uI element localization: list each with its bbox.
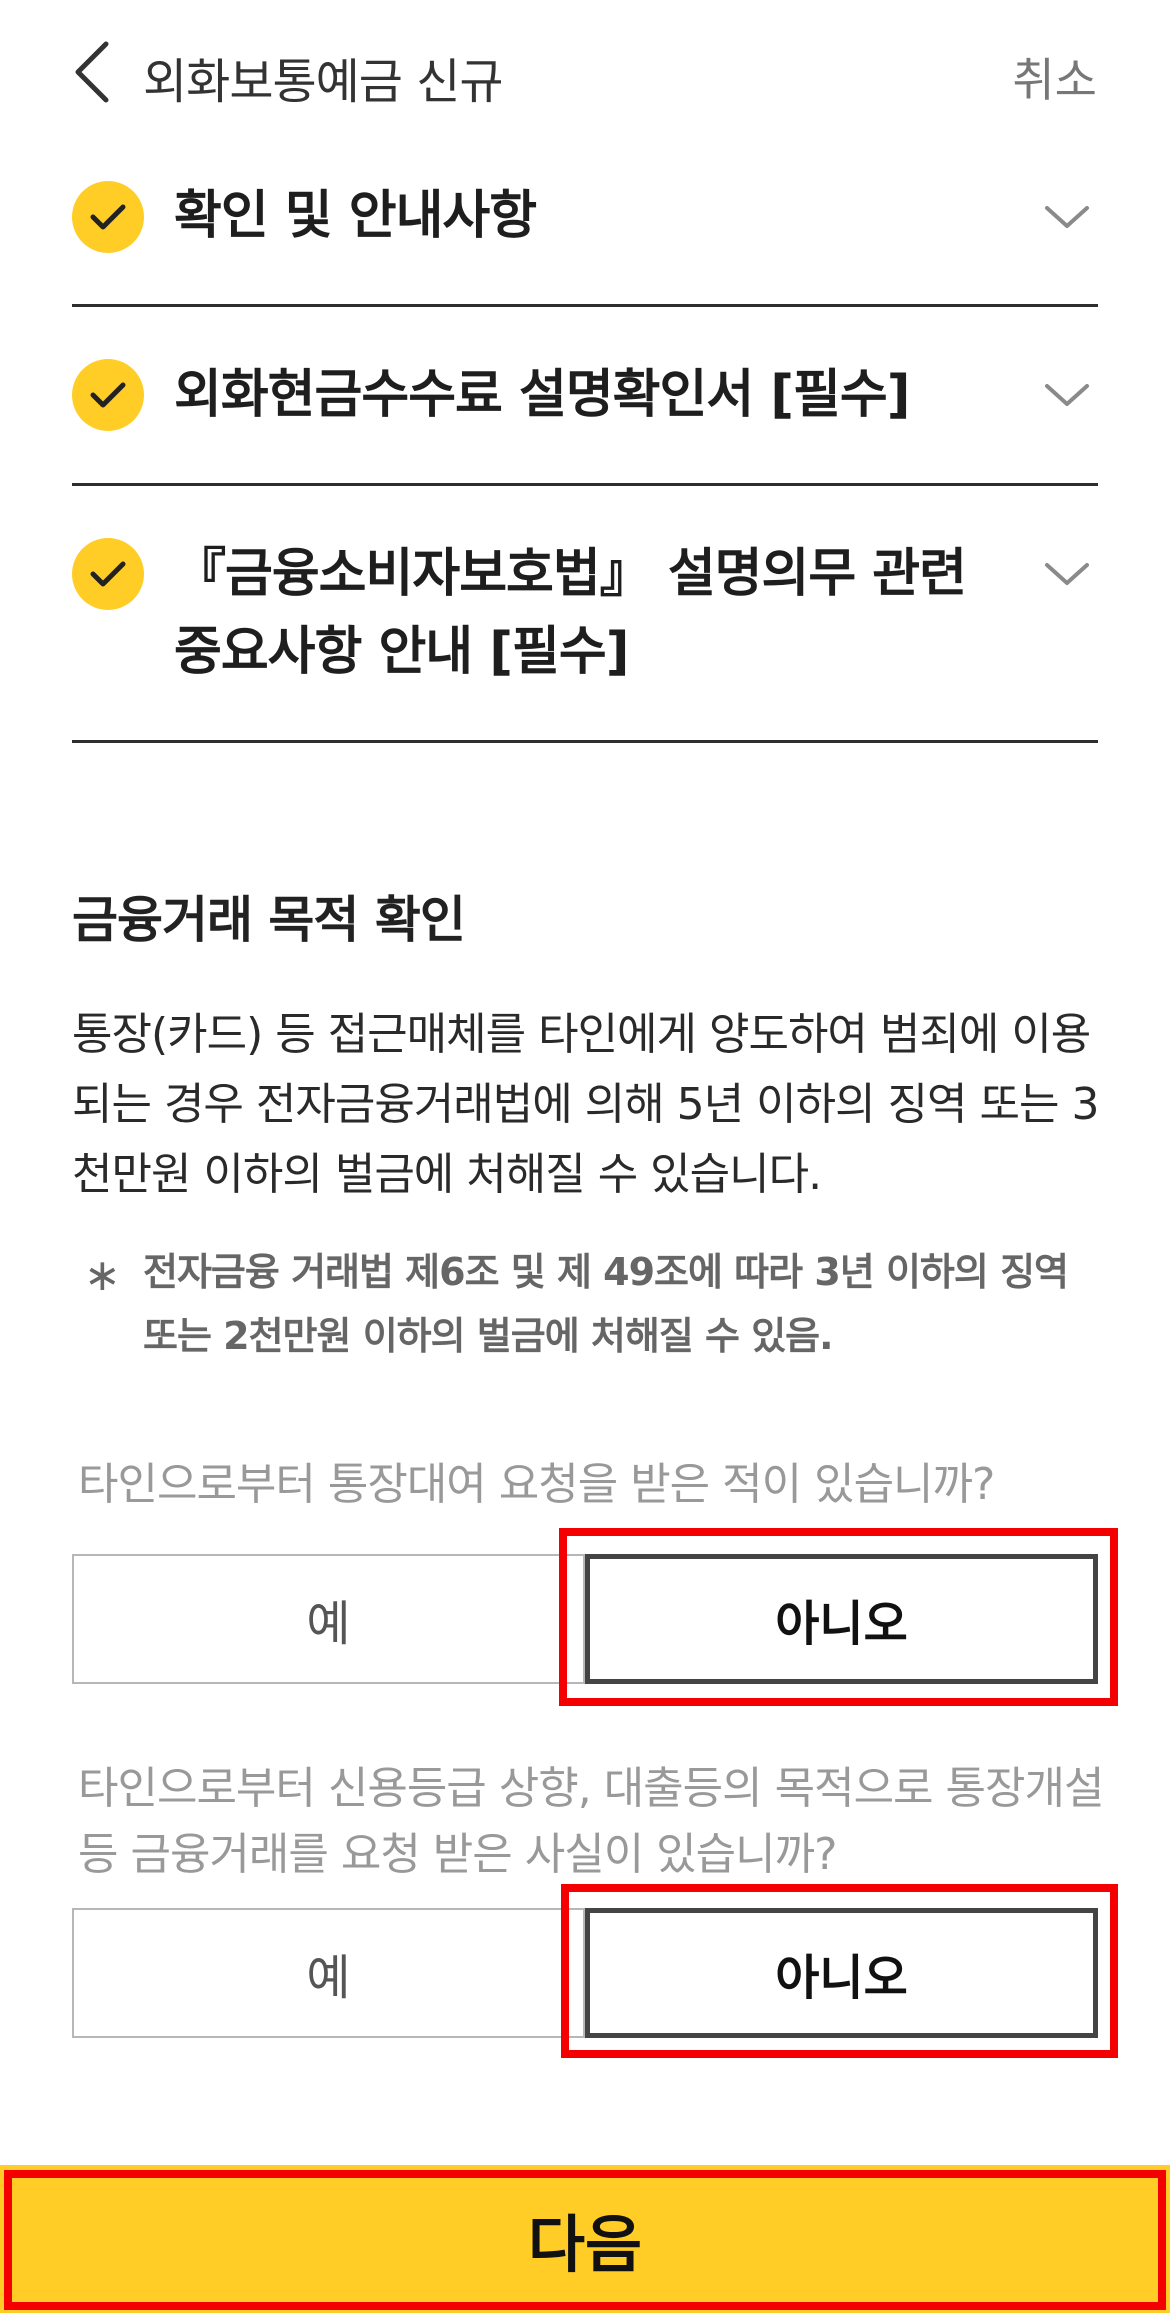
question-1-yes-button[interactable]: 예 bbox=[72, 1554, 585, 1684]
accordion-title: 외화현금수수료 설명확인서 [필수] bbox=[174, 365, 911, 425]
accordion-item-notice[interactable]: 확인 및 안내사항 bbox=[72, 150, 1098, 307]
question-2-yes-button[interactable]: 예 bbox=[72, 1908, 585, 2038]
chevron-down-icon bbox=[1042, 559, 1092, 589]
next-button[interactable]: 다음 bbox=[0, 2165, 1170, 2313]
question-2: 타인으로부터 신용등급 상향, 대출등의 목적으로 통장개설 등 금융거래를 요… bbox=[78, 1763, 1104, 1880]
back-arrow-icon[interactable] bbox=[70, 38, 120, 106]
check-icon bbox=[72, 538, 144, 610]
note-text: 전자금융 거래법 제6조 및 제 49조에 따라 3년 이하의 징역 또는 2천… bbox=[143, 1250, 1069, 1358]
chevron-down-icon bbox=[1042, 380, 1092, 410]
question-2-options: 예 아니오 bbox=[72, 1908, 1098, 2038]
question-2-no-button[interactable]: 아니오 bbox=[585, 1908, 1098, 2038]
cancel-button[interactable]: 취소 bbox=[1012, 44, 1097, 110]
question-1-no-button[interactable]: 아니오 bbox=[585, 1554, 1098, 1684]
check-icon bbox=[72, 359, 144, 431]
question-1: 타인으로부터 통장대여 요청을 받은 적이 있습니까? bbox=[78, 1459, 995, 1510]
chevron-down-icon bbox=[1042, 202, 1092, 232]
header: 외화보통예금 신규 취소 bbox=[0, 0, 1170, 150]
page-title: 외화보통예금 신규 bbox=[143, 54, 504, 110]
accordion-title: 확인 및 안내사항 bbox=[174, 186, 537, 246]
note-mark: ∗ bbox=[84, 1250, 121, 1301]
check-icon bbox=[72, 181, 144, 253]
warning-text: 통장(카드) 등 접근매체를 타인에게 양도하여 범죄에 이용되는 경우 전자금… bbox=[72, 1009, 1099, 1200]
accordion-item-consumer-protection[interactable]: 『금융소비자보호법』 설명의무 관련 중요사항 안내 [필수] bbox=[72, 486, 1098, 743]
question-1-options: 예 아니오 bbox=[72, 1554, 1098, 1684]
section-title: 금융거래 목적 확인 bbox=[72, 891, 466, 949]
accordion-item-fee-confirmation[interactable]: 외화현금수수료 설명확인서 [필수] bbox=[72, 307, 1098, 486]
accordion-title: 『금융소비자보호법』 설명의무 관련 중요사항 안내 [필수] bbox=[174, 544, 967, 682]
